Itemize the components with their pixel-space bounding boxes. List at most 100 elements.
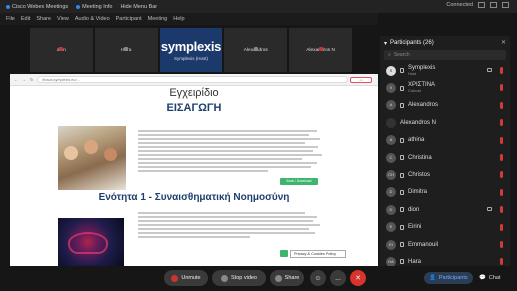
- menu-help[interactable]: Help: [173, 16, 184, 22]
- window-controls: Connected: [446, 2, 509, 8]
- participant-row[interactable]: S Symplexis Host: [380, 62, 510, 79]
- forward-icon[interactable]: →: [22, 77, 26, 82]
- close-panel-icon[interactable]: ✕: [501, 39, 506, 46]
- unmute-button[interactable]: Unmute: [164, 270, 208, 286]
- info-icon: [76, 4, 81, 9]
- mic-muted-icon[interactable]: [500, 119, 503, 127]
- connection-status: Connected: [446, 2, 473, 8]
- participant-row[interactable]: CH Christos: [380, 166, 510, 183]
- maximize-button[interactable]: [490, 2, 497, 8]
- stop-video-button[interactable]: Stop video: [212, 270, 266, 286]
- device-icon: [400, 102, 404, 108]
- participant-row[interactable]: X ΧΡΙΣΤΙΝΑ Cohost: [380, 79, 510, 96]
- mic-muted-icon[interactable]: [500, 223, 503, 231]
- camera-icon: [221, 274, 228, 282]
- hide-menu-bar-button[interactable]: Hide Menu Bar: [120, 4, 157, 10]
- device-icon: [400, 207, 404, 213]
- video-tile-host[interactable]: symplexis Symplexis (Host): [159, 28, 223, 72]
- device-icon: [400, 85, 404, 91]
- avatar: E: [386, 222, 396, 233]
- minimize-button[interactable]: [478, 2, 485, 8]
- mic-muted-icon[interactable]: [500, 258, 503, 266]
- share-button[interactable]: Share: [270, 270, 304, 286]
- face-shape: [104, 148, 117, 161]
- meeting-info-button[interactable]: Meeting Info: [76, 4, 112, 10]
- participant-name: Christos: [408, 172, 431, 179]
- end-meeting-button[interactable]: ✕: [350, 270, 366, 286]
- participant-row[interactable]: A athina: [380, 132, 510, 149]
- reactions-button[interactable]: ☺: [310, 270, 326, 286]
- mic-muted-icon[interactable]: [500, 84, 503, 92]
- mic-muted-icon[interactable]: [500, 136, 503, 144]
- muted-icon: [59, 47, 64, 51]
- avatar: CH: [386, 170, 396, 181]
- participant-name: Hara: [408, 258, 422, 265]
- video-strip: dion Hara symplexis Symplexis (Host) Ale…: [30, 28, 352, 72]
- mic-muted-icon[interactable]: [500, 67, 503, 74]
- participant-name: Eirini: [408, 224, 422, 231]
- participant-role: Host: [408, 70, 417, 76]
- video-tile[interactable]: dion: [30, 28, 93, 72]
- cookie-tooltip[interactable]: Privacy & Cookies Policy: [290, 250, 346, 258]
- close-button[interactable]: [502, 2, 509, 8]
- back-icon[interactable]: ←: [14, 77, 18, 82]
- search-icon: ⌕: [388, 52, 391, 58]
- menu-view[interactable]: View: [57, 16, 69, 22]
- participant-row[interactable]: C Christina: [380, 149, 510, 166]
- menu-share[interactable]: Share: [36, 16, 51, 22]
- mic-muted-icon[interactable]: [500, 206, 503, 214]
- muted-icon: [318, 47, 323, 51]
- app-title[interactable]: Cisco Webex Meetings: [6, 4, 68, 10]
- heart-photo: [58, 218, 124, 266]
- mic-muted-icon[interactable]: [500, 101, 503, 109]
- mic-muted-icon[interactable]: [500, 188, 503, 196]
- participant-name: Dimitra: [408, 189, 427, 196]
- participant-row[interactable]: EI Emmanouil: [380, 236, 510, 253]
- video-tile[interactable]: Hara: [94, 28, 158, 72]
- address-bar[interactable]: ithaca.symplexis.eu/...: [37, 76, 348, 83]
- participant-row[interactable]: Alexandros N: [380, 114, 510, 131]
- video-tile[interactable]: Alexandros: [224, 28, 288, 72]
- chat-icon: 💬: [479, 275, 486, 281]
- mic-muted-icon[interactable]: [500, 153, 503, 161]
- participants-tab[interactable]: 👤 Participants: [424, 272, 473, 284]
- stop-video-label: Stop video: [231, 275, 257, 281]
- menu-meeting[interactable]: Meeting: [148, 16, 168, 22]
- mic-muted-icon[interactable]: [500, 171, 503, 179]
- avatar: X: [386, 83, 396, 94]
- browser-red-button[interactable]: ▭: [350, 77, 372, 83]
- title-bar: Cisco Webex Meetings Meeting Info Hide M…: [0, 0, 517, 13]
- participant-role: Cohost: [408, 88, 421, 94]
- participant-search[interactable]: ⌕ Search: [384, 50, 506, 60]
- avatar: A: [386, 100, 396, 111]
- video-tile[interactable]: Alexandros N: [289, 28, 352, 72]
- mic-muted-icon[interactable]: [500, 240, 503, 248]
- more-options-button[interactable]: ...: [330, 270, 346, 286]
- doc-heading-intro: ΕΙΣΑΓΩΓΗ: [166, 102, 222, 114]
- menu-file[interactable]: File: [6, 16, 15, 22]
- reload-icon[interactable]: ↻: [30, 77, 33, 82]
- participant-name: Christina: [408, 154, 432, 161]
- chevron-down-icon[interactable]: ▾: [384, 40, 387, 47]
- device-icon: [400, 155, 404, 161]
- people-icon: 👤: [429, 275, 436, 281]
- participant-name: athina: [408, 137, 425, 144]
- share-icon: [274, 274, 282, 282]
- participants-tab-label: Participants: [438, 275, 468, 281]
- participant-row[interactable]: D dion: [380, 201, 510, 218]
- participant-row[interactable]: E Eirini: [380, 219, 510, 236]
- menu-audio-video[interactable]: Audio & Video: [75, 16, 110, 22]
- download-button[interactable]: Book / Download: [280, 178, 318, 185]
- green-button[interactable]: [280, 250, 288, 257]
- menu-edit[interactable]: Edit: [21, 16, 30, 22]
- participant-row[interactable]: A Alexandros: [380, 97, 510, 114]
- menu-participant[interactable]: Participant: [116, 16, 142, 22]
- participant-row[interactable]: D Dimitra: [380, 184, 510, 201]
- chat-tab[interactable]: 💬 Chat: [474, 272, 505, 284]
- meeting-controls: Unmute Stop video Share ☺ ... ✕ 👤 Partic…: [0, 266, 517, 291]
- tile-name: Symplexis (Host): [173, 56, 208, 61]
- webex-logo-icon: [6, 4, 10, 9]
- avatar: [386, 117, 396, 128]
- section-paragraph: [138, 212, 324, 238]
- face-shape: [64, 146, 78, 160]
